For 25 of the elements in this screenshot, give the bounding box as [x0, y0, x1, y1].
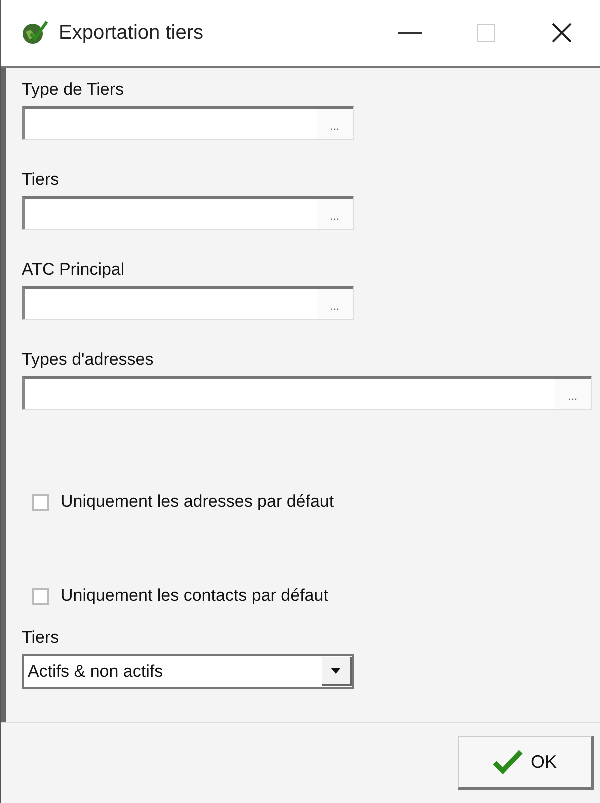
browse-button[interactable]: ... [317, 199, 353, 229]
checkmark-icon [492, 749, 523, 775]
input-field[interactable]: ... [22, 376, 592, 410]
window-title: Exportation tiers [59, 22, 205, 44]
checkbox-label: Uniquement les adresses par défaut [61, 492, 334, 512]
checkbox-label: Uniquement les contacts par défaut [61, 586, 328, 606]
checkbox[interactable] [32, 588, 49, 604]
input-field[interactable]: ... [22, 106, 354, 140]
ok-button[interactable]: OK [458, 736, 594, 790]
globe-check-icon [21, 20, 49, 46]
maximize-icon [477, 24, 495, 42]
field-label: Tiers [22, 628, 60, 648]
input-field[interactable]: ... [22, 286, 354, 320]
field-label: ATC Principal [22, 260, 126, 280]
dropdown[interactable]: Actifs & non actifs [22, 654, 354, 689]
input-field[interactable]: ... [22, 196, 354, 230]
field-label: Tiers [22, 170, 60, 190]
minimize-icon [398, 32, 422, 34]
checkbox[interactable] [32, 494, 49, 510]
field-label: Type de Tiers [22, 80, 126, 100]
field-label: Types d'adresses [22, 350, 155, 370]
close-icon [552, 23, 572, 43]
browse-button[interactable]: ... [555, 379, 591, 409]
browse-button[interactable]: ... [317, 289, 353, 319]
browse-button[interactable]: ... [317, 109, 353, 139]
